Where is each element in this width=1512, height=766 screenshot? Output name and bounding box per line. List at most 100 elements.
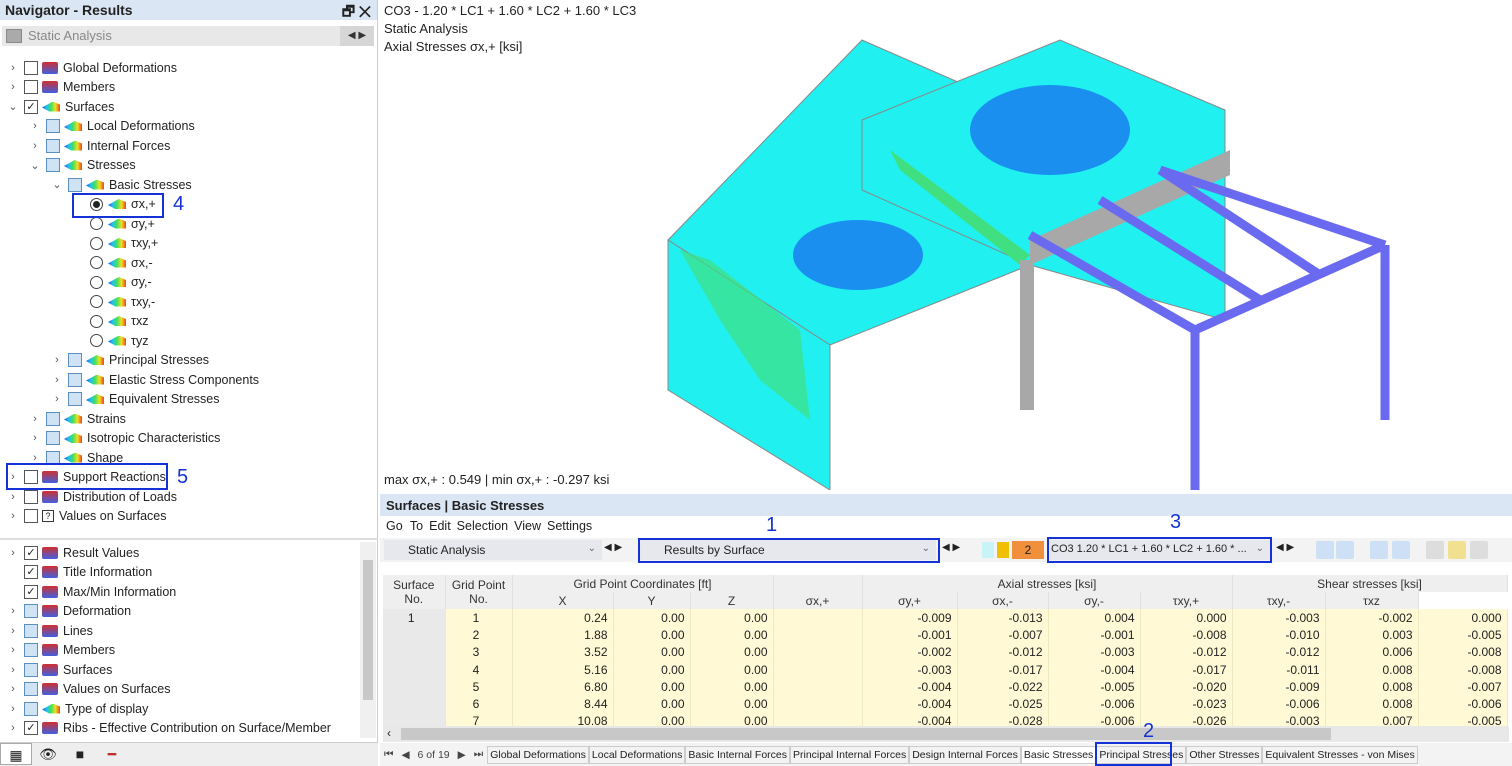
checkbox[interactable]: ✓ <box>24 721 38 735</box>
tree-item[interactable]: ›? Values on Surfaces <box>6 507 166 526</box>
table-cell[interactable] <box>773 609 863 627</box>
tree-item[interactable]: › Members <box>6 78 115 97</box>
table-cell[interactable] <box>773 660 863 679</box>
checkbox[interactable] <box>24 60 38 75</box>
tab-local-deformations[interactable]: Local Deformations <box>588 745 686 764</box>
chevron-right-icon[interactable]: › <box>28 120 42 132</box>
chevron-right-icon[interactable]: › <box>6 605 20 617</box>
table-cell[interactable]: 0.00 <box>613 609 691 627</box>
table-cell[interactable] <box>383 660 446 679</box>
table-cell[interactable] <box>773 626 863 644</box>
table-cell[interactable]: 0.00 <box>613 695 691 713</box>
table-cell[interactable]: -0.023 <box>1140 695 1233 713</box>
table-cell[interactable]: 5 <box>445 678 513 696</box>
last-page-icon[interactable]: ⏭ <box>470 748 487 761</box>
chevron-down-icon[interactable]: ⌄ <box>50 178 64 191</box>
chevron-right-icon[interactable]: › <box>6 722 20 734</box>
view-results-icon[interactable] <box>1370 541 1388 559</box>
close-icon[interactable]: ✕ <box>359 3 371 19</box>
scroll-left-icon[interactable]: ‹ <box>387 726 391 740</box>
3d-viewport[interactable]: CO3 - 1.20 * LC1 + 1.60 * LC2 + 1.60 * L… <box>380 0 1512 490</box>
table-cell[interactable]: 0.00 <box>690 626 774 644</box>
chevron-down-icon[interactable]: ⌄ <box>28 159 42 172</box>
table-cell[interactable]: -0.002 <box>862 643 958 661</box>
table-cell[interactable] <box>773 695 863 713</box>
tree-item[interactable]: › Equivalent Stresses <box>50 390 219 409</box>
table-cell[interactable]: -0.006 <box>1232 695 1326 713</box>
tree-item[interactable]: › Local Deformations <box>28 117 195 136</box>
tree-item[interactable]: ⌄ ✓ Surfaces <box>6 97 114 116</box>
checkbox[interactable]: ✓ <box>24 99 38 114</box>
checkbox[interactable] <box>24 80 38 94</box>
menu-view[interactable]: View <box>514 519 541 533</box>
tree-item[interactable]: › Type of display <box>6 699 148 718</box>
prev-page-icon[interactable]: ◀ <box>397 749 413 761</box>
tab-global-deformations[interactable]: Global Deformations <box>487 745 589 764</box>
tree-item[interactable]: › Members <box>6 641 115 660</box>
table-cell[interactable] <box>383 643 446 661</box>
table-row[interactable]: 3 3.52 0.00 0.00 -0.002 -0.012 -0.003 -0.012 -0.… <box>383 643 1508 661</box>
table-cell[interactable]: -0.001 <box>862 626 958 644</box>
chevron-right-icon[interactable]: › <box>6 664 20 676</box>
table-cell[interactable]: 0.00 <box>613 678 691 696</box>
menu-edit[interactable]: Edit <box>429 519 451 533</box>
table-cell[interactable]: -0.008 <box>1418 643 1508 661</box>
table-cell[interactable]: 1 <box>383 609 446 627</box>
chevron-right-icon[interactable]: › <box>6 683 20 695</box>
checkbox[interactable] <box>46 138 60 153</box>
chevron-right-icon[interactable]: › <box>6 62 20 74</box>
table-icon[interactable] <box>1470 541 1488 559</box>
tab-basic-stresses[interactable]: Basic Stresses <box>1020 745 1097 764</box>
checkbox[interactable] <box>46 431 60 445</box>
table-cell[interactable]: -0.017 <box>957 660 1049 679</box>
table-cell[interactable] <box>383 678 446 696</box>
table-cell[interactable]: 0.00 <box>613 626 691 644</box>
radio-button[interactable] <box>90 236 103 250</box>
table-row[interactable]: 2 1.88 0.00 0.00 -0.001 -0.007 -0.001 -0.008 -0.… <box>383 626 1508 644</box>
table-cell[interactable]: 0.008 <box>1325 695 1419 713</box>
table-cell[interactable]: 0.00 <box>690 643 774 661</box>
tree-item[interactable]: σy,- <box>72 273 152 292</box>
table-cell[interactable]: 0.00 <box>690 609 774 627</box>
table-cell[interactable]: -0.003 <box>1232 609 1326 627</box>
tree-item[interactable]: τxz <box>72 312 148 331</box>
checkbox[interactable] <box>68 353 82 367</box>
checkbox[interactable] <box>46 158 60 172</box>
table-cell[interactable]: 6.80 <box>512 678 614 696</box>
table-cell[interactable]: 0.00 <box>690 660 774 679</box>
table-cell[interactable]: 0.00 <box>613 660 691 679</box>
table-cell[interactable]: -0.025 <box>957 695 1049 713</box>
checkbox[interactable] <box>24 489 38 504</box>
chevron-right-icon[interactable]: › <box>28 432 42 444</box>
chevron-right-icon[interactable]: › <box>6 491 20 503</box>
camera-icon[interactable]: ■ <box>64 743 96 765</box>
chevron-right-icon[interactable]: › <box>6 510 20 522</box>
chevron-right-icon[interactable]: › <box>50 354 64 366</box>
tree-item[interactable]: τyz <box>72 331 148 350</box>
model-view[interactable] <box>380 0 1512 490</box>
table-cell[interactable]: -0.005 <box>1048 678 1141 696</box>
table-cell[interactable]: 0.008 <box>1325 660 1419 679</box>
table-cell[interactable]: 0.00 <box>690 695 774 713</box>
table-cell[interactable]: -0.003 <box>862 660 958 679</box>
table-cell[interactable]: 2 <box>445 626 513 644</box>
chevron-right-icon[interactable]: › <box>28 413 42 425</box>
scrollbar-thumb[interactable] <box>401 728 1331 740</box>
tree-item[interactable]: τxy,+ <box>72 234 158 253</box>
table-cell[interactable]: 0.000 <box>1418 609 1508 627</box>
table-cell[interactable]: -0.013 <box>957 609 1049 627</box>
checkbox[interactable] <box>24 701 38 716</box>
table-cell[interactable] <box>773 643 863 661</box>
table-row[interactable]: 1 1 0.24 0.00 0.00 -0.009 -0.013 0.004 0.000 -0.0… <box>383 609 1508 627</box>
table-cell[interactable]: -0.005 <box>1418 626 1508 644</box>
table-cell[interactable]: 4 <box>445 660 513 679</box>
tree-item[interactable]: › Internal Forces <box>28 136 170 155</box>
table-cell[interactable]: -0.010 <box>1232 626 1326 644</box>
table-cell[interactable]: -0.006 <box>1418 695 1508 713</box>
table-cell[interactable]: 0.006 <box>1325 643 1419 661</box>
radio-button[interactable] <box>90 256 103 269</box>
checkbox[interactable] <box>24 662 38 677</box>
table-cell[interactable]: -0.004 <box>1048 660 1141 679</box>
checkbox[interactable] <box>24 682 38 696</box>
table-cell[interactable]: -0.004 <box>862 695 958 713</box>
